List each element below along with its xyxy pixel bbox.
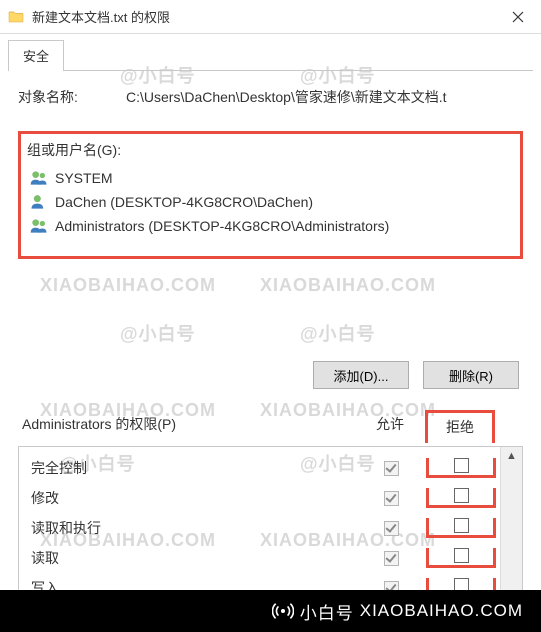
- permissions-dialog: 新建文本文档.txt 的权限 安全 对象名称: C:\Users\DaChen\…: [0, 0, 541, 610]
- checkbox-deny[interactable]: [454, 488, 469, 503]
- permissions-scrollbar[interactable]: ▲ ▼: [500, 447, 522, 609]
- object-name-row: 对象名称: C:\Users\DaChen\Desktop\管家速修\新建文本文…: [18, 87, 523, 107]
- perm-label: 读取: [31, 548, 356, 568]
- tab-security[interactable]: 安全: [8, 40, 64, 71]
- list-item[interactable]: SYSTEM: [27, 166, 514, 190]
- checkbox-allow[interactable]: [384, 551, 399, 566]
- list-item-label: SYSTEM: [55, 170, 113, 186]
- group-list-highlight: 组或用户名(G): SYSTEM DaChen (DESKTOP-4KG8CRO…: [18, 131, 523, 259]
- group-users-list[interactable]: SYSTEM DaChen (DESKTOP-4KG8CRO\DaChen) A…: [21, 164, 520, 254]
- permissions-deny-label: 拒绝: [425, 410, 495, 443]
- checkbox-deny[interactable]: [454, 548, 469, 563]
- list-item-label: DaChen (DESKTOP-4KG8CRO\DaChen): [55, 194, 313, 210]
- perm-label: 读取和执行: [31, 518, 356, 538]
- perm-row: 读取: [31, 543, 496, 573]
- broadcast-icon: [272, 600, 294, 622]
- permissions-header-label: Administrators 的权限(P): [22, 414, 355, 434]
- permissions-allow-label: 允许: [355, 414, 425, 434]
- remove-button[interactable]: 删除(R): [423, 361, 519, 389]
- footer-url: XIAOBAIHAO.COM: [360, 601, 523, 621]
- object-name-label: 对象名称:: [18, 87, 126, 107]
- add-button[interactable]: 添加(D)...: [313, 361, 409, 389]
- perm-row: 修改: [31, 483, 496, 513]
- permissions-grid: 完全控制 修改 读取和执行 读取: [18, 446, 523, 610]
- group-list-label: 组或用户名(G):: [21, 136, 520, 160]
- tab-bar: 安全: [0, 34, 541, 70]
- close-button[interactable]: [495, 0, 541, 34]
- close-icon: [512, 11, 524, 23]
- list-empty-area: [18, 261, 523, 351]
- checkbox-allow[interactable]: [384, 461, 399, 476]
- list-item[interactable]: Administrators (DESKTOP-4KG8CRO\Administ…: [27, 214, 514, 238]
- perm-label: 修改: [31, 488, 356, 508]
- checkbox-deny[interactable]: [454, 518, 469, 533]
- group-icon: [29, 217, 49, 235]
- permissions-header: Administrators 的权限(P) 允许 拒绝: [18, 407, 523, 446]
- checkbox-allow[interactable]: [384, 521, 399, 536]
- object-name-path: C:\Users\DaChen\Desktop\管家速修\新建文本文档.t: [126, 87, 523, 107]
- list-item-label: Administrators (DESKTOP-4KG8CRO\Administ…: [55, 218, 389, 234]
- perm-label: 完全控制: [31, 458, 356, 478]
- user-icon: [29, 193, 49, 211]
- window-title: 新建文本文档.txt 的权限: [32, 7, 170, 26]
- checkbox-allow[interactable]: [384, 491, 399, 506]
- folder-icon: [8, 9, 24, 25]
- group-buttons-row: 添加(D)... 删除(R): [18, 351, 523, 407]
- group-icon: [29, 169, 49, 187]
- tab-security-label: 安全: [23, 49, 49, 64]
- perm-row: 完全控制: [31, 453, 496, 483]
- checkbox-deny[interactable]: [454, 458, 469, 473]
- list-item[interactable]: DaChen (DESKTOP-4KG8CRO\DaChen): [27, 190, 514, 214]
- perm-row: 读取和执行: [31, 513, 496, 543]
- scroll-up-icon[interactable]: ▲: [506, 451, 517, 462]
- footer-banner: 小白号 XIAOBAIHAO.COM: [0, 590, 541, 632]
- title-bar: 新建文本文档.txt 的权限: [0, 0, 541, 34]
- footer-brand: 小白号: [300, 599, 354, 624]
